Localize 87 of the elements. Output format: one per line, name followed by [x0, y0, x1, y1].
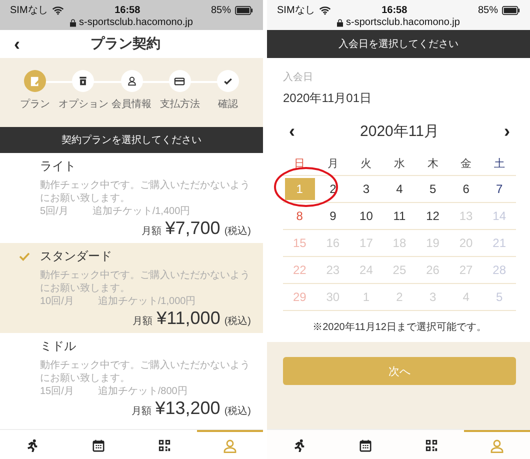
- weekday-label: 土: [492, 157, 506, 171]
- page-title: プラン契約: [90, 35, 162, 53]
- weekday-label: 日: [293, 157, 306, 171]
- runner-icon: [293, 439, 306, 452]
- calendar-icon: [92, 439, 106, 452]
- document-pencil-icon: [30, 76, 40, 86]
- url-text: s-sportsclub.hacomono.jp: [79, 17, 193, 28]
- person-icon: [126, 76, 136, 86]
- calendar-day[interactable]: 9: [318, 205, 348, 227]
- qr-code-icon: [158, 439, 171, 452]
- wifi-icon: [52, 6, 64, 14]
- box-icon: [78, 76, 88, 86]
- battery-text: 85%: [478, 4, 498, 16]
- weekday-label: 月: [326, 157, 340, 171]
- carrier-text: SIMなし: [10, 4, 48, 17]
- previous-month-button[interactable]: ‹: [283, 121, 301, 142]
- battery-icon: [502, 6, 520, 14]
- plan-price: ¥13,200: [155, 398, 220, 419]
- availability-note: ※2020年11月12日まで選択可能です。: [312, 320, 488, 335]
- calendar-day[interactable]: 3: [351, 178, 382, 200]
- next-button[interactable]: 次へ: [283, 357, 516, 385]
- step-label: 会員情報: [112, 98, 152, 111]
- plan-option[interactable]: ミドル 動作チェック中です。ご購入いただかないようにお願い致します。 15回/月 追加チケット/800円 月額 ¥13,200 (税込): [0, 333, 263, 423]
- calendar-icon: [359, 439, 372, 452]
- calendar-day[interactable]: 12: [418, 205, 448, 227]
- url-text: s-sportsclub.hacomono.jp: [346, 17, 460, 28]
- plan-name: ライト: [40, 158, 76, 175]
- calendar-day[interactable]: 7: [484, 178, 514, 200]
- tax-label: (税込): [224, 314, 251, 328]
- plan-name: ミドル: [40, 338, 76, 355]
- plan-name: スタンダード: [40, 248, 112, 265]
- weekday-label: 木: [426, 157, 440, 171]
- price-label: 月額: [132, 314, 153, 328]
- tax-label: (税込): [224, 404, 251, 418]
- qr-code-icon: [424, 439, 438, 452]
- battery-icon: [235, 6, 253, 14]
- weekday-label: 水: [392, 157, 406, 171]
- plan-count: 10回/月: [40, 295, 74, 308]
- clock-text: 16:58: [114, 4, 142, 16]
- plan-option[interactable]: ライト 動作チェック中です。ご購入いただかないようにお願い致します。 5回/月 追加チケット/1,400円 月額 ¥7,700 (税込): [0, 153, 263, 243]
- month-title: 2020年11月: [360, 122, 439, 141]
- instruction-banner: 契約プランを選択してください: [0, 127, 263, 153]
- wifi-icon: [318, 6, 331, 14]
- plan-count: 15回/月: [40, 385, 74, 398]
- plan-description: 動作チェック中です。ご購入いただかないようにお願い致します。: [40, 269, 251, 295]
- carrier-text: SIMなし: [277, 4, 315, 17]
- lock-icon: [70, 18, 76, 26]
- calendar-day[interactable]: 10: [351, 205, 382, 227]
- person-icon: [490, 438, 504, 452]
- runner-icon: [26, 439, 40, 452]
- weekday-label: 火: [360, 157, 373, 171]
- calendar-day[interactable]: 4: [384, 178, 414, 200]
- field-label: 入会日: [283, 70, 314, 84]
- check-icon: [223, 76, 233, 86]
- plan-description: 動作チェック中です。ご購入いただかないようにお願い致します。: [40, 359, 251, 385]
- step-label: プラン: [20, 98, 50, 111]
- calendar-day[interactable]: 1: [284, 178, 315, 200]
- price-label: 月額: [141, 224, 162, 238]
- clock-text: 16:58: [380, 4, 408, 16]
- calendar-day[interactable]: 5: [418, 178, 448, 200]
- price-label: 月額: [131, 404, 152, 418]
- check-icon: [19, 252, 30, 261]
- date-value: 2020年11月01日: [283, 90, 372, 107]
- plan-count: 5回/月: [40, 205, 68, 218]
- calendar-day[interactable]: 11: [384, 205, 414, 227]
- plan-price: ¥7,700: [165, 218, 220, 239]
- credit-card-icon: [174, 76, 186, 86]
- plan-description: 動作チェック中です。ご購入いただかないようにお願い致します。: [40, 179, 251, 205]
- step-label: 支払方法: [160, 98, 200, 111]
- calendar-day[interactable]: 6: [451, 178, 482, 200]
- step-label: オプション: [58, 98, 108, 111]
- calendar-day[interactable]: 2: [318, 178, 348, 200]
- back-button[interactable]: ‹: [8, 34, 26, 54]
- plan-ticket: 追加チケット/800円: [98, 385, 188, 398]
- weekday-label: 金: [460, 157, 473, 171]
- plan-price: ¥11,000: [156, 308, 220, 329]
- tax-label: (税込): [224, 224, 251, 238]
- plan-option[interactable]: スタンダード 動作チェック中です。ご購入いただかないようにお願い致します。 10回/月 追加チケット/1,000円 月額 ¥11,000 (税込): [0, 243, 263, 333]
- calendar-day[interactable]: 8: [284, 205, 315, 227]
- step-label: 確認: [218, 98, 238, 111]
- plan-ticket: 追加チケット/1,400円: [92, 205, 190, 218]
- person-icon: [223, 438, 238, 452]
- next-month-button[interactable]: ›: [498, 121, 516, 142]
- lock-icon: [337, 18, 344, 26]
- instruction-banner: 入会日を選択してください: [267, 30, 530, 58]
- plan-ticket: 追加チケット/1,000円: [98, 295, 196, 308]
- battery-text: 85%: [210, 4, 231, 16]
